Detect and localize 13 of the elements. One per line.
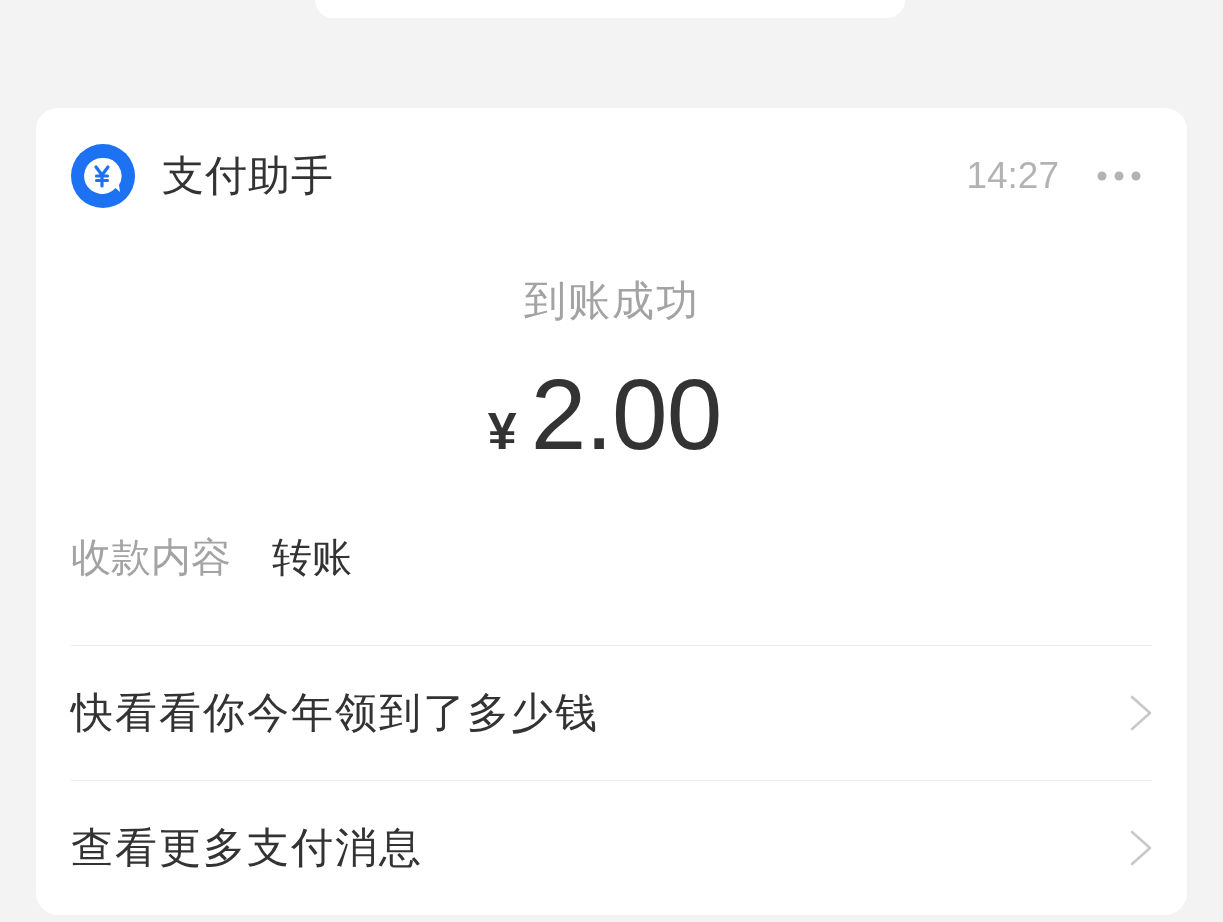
chevron-icon <box>1130 695 1152 731</box>
yen-bubble-icon <box>71 144 135 208</box>
detail-value: 转账 <box>272 532 352 582</box>
status-text: 到账成功 <box>523 276 700 325</box>
sender-name: 支付助手 <box>162 151 334 201</box>
link-row[interactable]: 快看看你今年领到了多少钱 <box>71 645 1152 780</box>
message-time: 14:27 <box>966 154 1059 198</box>
currency-symbol: ¥ <box>487 401 517 462</box>
amount-text: 2.00 <box>530 364 722 464</box>
more-icon[interactable] <box>1097 171 1141 181</box>
link-row[interactable]: 查看更多支付消息 <box>71 780 1152 915</box>
chevron-icon <box>1130 830 1152 866</box>
detail-label: 收款内容 <box>71 532 231 582</box>
